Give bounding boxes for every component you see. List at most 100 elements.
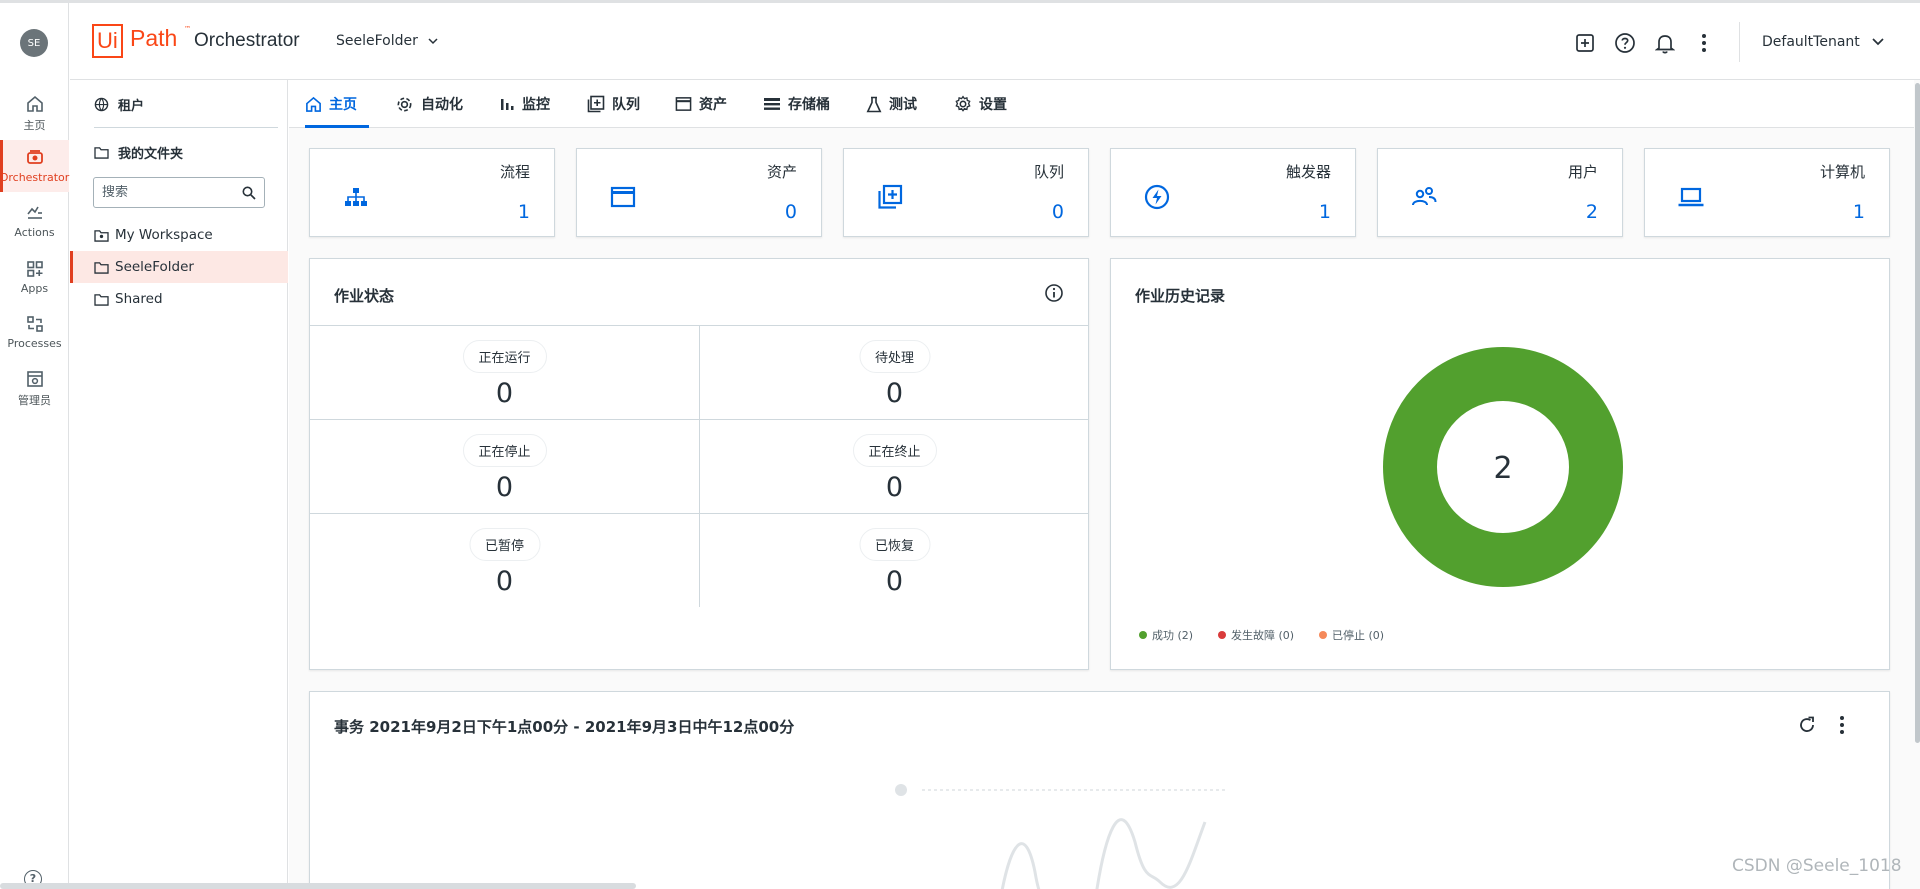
help-circle-icon[interactable] bbox=[1613, 31, 1637, 55]
stat-card-queues[interactable]: 队列 0 bbox=[843, 148, 1089, 237]
job-status-stopping[interactable]: 正在停止 0 bbox=[310, 419, 699, 513]
app-header: Ui Path ™ Orchestrator SeeleFolder Defau… bbox=[70, 3, 1920, 80]
tree-item-shared[interactable]: Shared bbox=[70, 283, 288, 315]
product-name: Orchestrator bbox=[194, 30, 300, 51]
legend-success[interactable]: 成功 (2) bbox=[1139, 627, 1193, 643]
transactions-chart-placeholder bbox=[895, 784, 1225, 889]
tab-label: 主页 bbox=[329, 97, 357, 113]
app-rail: SE 主页 Orchestrator Actions Apps Processe… bbox=[0, 3, 69, 889]
tab-label: 资产 bbox=[699, 97, 727, 113]
automation-gear-icon bbox=[397, 97, 412, 111]
tenant-link[interactable]: 租户 bbox=[94, 92, 144, 116]
tab-testing[interactable]: 测试 bbox=[866, 80, 917, 128]
folder-selector[interactable]: SeeleFolder bbox=[336, 33, 438, 49]
job-status-count: 0 bbox=[495, 378, 514, 409]
info-icon[interactable] bbox=[1044, 283, 1064, 303]
legend-stopped[interactable]: 已停止 (0) bbox=[1319, 627, 1384, 643]
folder-icon bbox=[94, 261, 109, 274]
add-icon[interactable] bbox=[1573, 31, 1597, 55]
tab-label: 队列 bbox=[612, 97, 640, 113]
search-icon[interactable] bbox=[242, 186, 256, 200]
stat-label: 计算机 bbox=[1819, 163, 1865, 181]
job-status-pending[interactable]: 待处理 0 bbox=[700, 325, 1089, 419]
tab-label: 监控 bbox=[522, 97, 550, 113]
stat-card-triggers[interactable]: 触发器 1 bbox=[1110, 148, 1356, 237]
rail-item-orchestrator[interactable]: Orchestrator bbox=[0, 140, 69, 192]
my-folders-label: 我的文件夹 bbox=[118, 146, 184, 162]
gear-icon bbox=[955, 95, 971, 112]
tab-monitoring[interactable]: 监控 bbox=[499, 80, 550, 128]
legend-swatch bbox=[1218, 631, 1226, 639]
job-status-chip: 已暂停 bbox=[468, 528, 541, 561]
tree-item-seelefolder[interactable]: SeeleFolder bbox=[70, 251, 288, 283]
vertical-scrollbar[interactable] bbox=[1914, 80, 1920, 889]
horizontal-scrollbar[interactable] bbox=[0, 883, 636, 889]
tenant-selector[interactable]: DefaultTenant bbox=[1762, 34, 1884, 50]
job-history-donut-chart: 2 bbox=[1383, 347, 1623, 587]
tab-buckets[interactable]: 存储桶 bbox=[763, 80, 830, 128]
more-vertical-icon[interactable] bbox=[1692, 31, 1716, 55]
grid-divider bbox=[699, 325, 700, 607]
chevron-down-icon bbox=[1872, 38, 1884, 46]
avatar[interactable]: SE bbox=[20, 29, 48, 57]
folder-search-box[interactable] bbox=[93, 177, 265, 208]
job-status-count: 0 bbox=[495, 472, 514, 503]
stat-label: 队列 bbox=[1033, 163, 1064, 181]
folder-tree: 租户 我的文件夹 My Workspace SeeleFolder Shared bbox=[70, 80, 288, 889]
rail-item-home[interactable]: 主页 bbox=[0, 87, 69, 139]
tab-queues[interactable]: 队列 bbox=[587, 80, 640, 128]
my-folders-heading: 我的文件夹 bbox=[94, 140, 183, 164]
workspace-folder-icon bbox=[94, 229, 109, 242]
refresh-icon[interactable] bbox=[1797, 715, 1817, 735]
job-status-running[interactable]: 正在运行 0 bbox=[310, 325, 699, 419]
rail-item-actions[interactable]: Actions bbox=[0, 195, 69, 247]
rail-item-apps[interactable]: Apps bbox=[0, 251, 69, 303]
stat-card-users[interactable]: 用户 2 bbox=[1377, 148, 1623, 237]
bar-chart-icon bbox=[501, 99, 514, 110]
stat-card-assets[interactable]: 资产 0 bbox=[576, 148, 822, 237]
tenant-label: 租户 bbox=[118, 98, 145, 114]
rail-item-label: Processes bbox=[7, 337, 62, 350]
more-vertical-icon[interactable] bbox=[1839, 715, 1845, 735]
folder-icon bbox=[94, 146, 109, 159]
job-history-title: 作业历史记录 bbox=[1135, 287, 1226, 305]
scrollbar-thumb[interactable] bbox=[1915, 83, 1920, 743]
flask-icon bbox=[866, 96, 882, 112]
tenant-label: DefaultTenant bbox=[1762, 34, 1860, 50]
stat-label: 用户 bbox=[1567, 163, 1598, 181]
stat-card-processes[interactable]: 流程 1 bbox=[309, 148, 555, 237]
transactions-panel: 事务 2021年9月2日下午1点00分 - 2021年9月3日中午12点00分 bbox=[309, 691, 1890, 889]
rail-item-admin[interactable]: 管理员 bbox=[0, 362, 69, 414]
tab-automation[interactable]: 自动化 bbox=[395, 80, 463, 128]
asset-window-icon bbox=[610, 186, 636, 208]
tab-settings[interactable]: 设置 bbox=[954, 80, 1007, 128]
processes-hierarchy-icon bbox=[345, 188, 367, 206]
job-status-chip: 正在停止 bbox=[462, 434, 547, 467]
main-tabs: 主页 自动化 监控 队列 资产 存储桶 测试 设置 bbox=[289, 80, 1914, 128]
job-status-suspended[interactable]: 已暂停 0 bbox=[310, 513, 699, 607]
trigger-icon bbox=[1144, 184, 1170, 210]
tree-item-label: Shared bbox=[115, 291, 163, 307]
header-divider bbox=[1739, 22, 1740, 62]
laptop-icon bbox=[1678, 187, 1704, 207]
notification-bell-icon[interactable] bbox=[1653, 31, 1677, 55]
job-status-resumed[interactable]: 已恢复 0 bbox=[700, 513, 1089, 607]
tab-label: 自动化 bbox=[421, 97, 463, 113]
job-status-title: 作业状态 bbox=[334, 287, 395, 305]
stat-value: 1 bbox=[1318, 201, 1331, 223]
tab-home[interactable]: 主页 bbox=[305, 80, 369, 128]
stat-label: 触发器 bbox=[1285, 163, 1331, 181]
logo-trademark: ™ bbox=[184, 25, 191, 33]
job-status-panel: 作业状态 正在运行 0 待处理 0 正在停止 0 正在终止 0 已暂停 0 已恢… bbox=[309, 258, 1089, 670]
folder-search-input[interactable] bbox=[102, 185, 232, 200]
tree-item-my-workspace[interactable]: My Workspace bbox=[70, 219, 288, 251]
rail-item-processes[interactable]: Processes bbox=[0, 306, 69, 358]
job-status-terminating[interactable]: 正在终止 0 bbox=[700, 419, 1089, 513]
legend-faulted[interactable]: 发生故障 (0) bbox=[1218, 627, 1294, 643]
folder-icon bbox=[94, 293, 109, 306]
stat-card-machines[interactable]: 计算机 1 bbox=[1644, 148, 1890, 237]
stat-value: 0 bbox=[1051, 201, 1064, 223]
tree-item-label: SeeleFolder bbox=[115, 259, 194, 275]
tab-assets[interactable]: 资产 bbox=[675, 80, 727, 128]
queue-icon bbox=[878, 184, 903, 209]
